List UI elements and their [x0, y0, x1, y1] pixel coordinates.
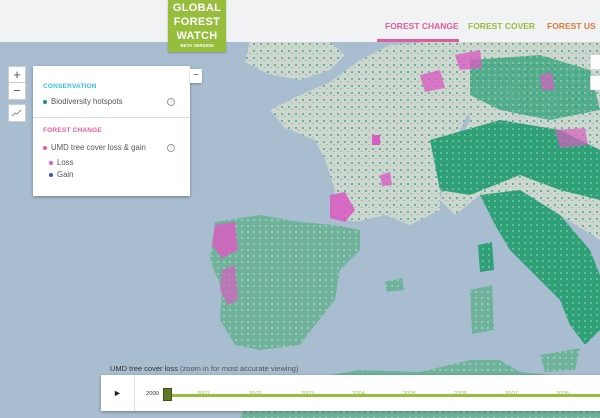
chart-tool-button[interactable]: [8, 104, 26, 122]
layer-dot: [43, 99, 47, 104]
gfw-logo[interactable]: GLOBAL FOREST WATCH BETA VERSION: [168, 0, 226, 52]
timeline-label: UMD tree cover loss (zoom in for most ac…: [110, 364, 298, 373]
info-icon[interactable]: i: [167, 144, 175, 152]
info-icon[interactable]: i: [167, 98, 175, 106]
timeline-bar: ►: [101, 375, 600, 411]
collapse-panel-button[interactable]: −: [190, 69, 202, 83]
loss-small-1: [372, 135, 380, 145]
logo-sub: BETA VERSION: [180, 43, 214, 48]
timeline-track[interactable]: [164, 394, 600, 397]
logo-line3: WATCH: [176, 30, 218, 42]
layer-label: Biodiversity hotspots: [51, 97, 123, 106]
year-label[interactable]: 2004: [352, 391, 365, 397]
year-label[interactable]: 2008: [556, 391, 569, 397]
conservation-title: CONSERVATION: [43, 83, 97, 90]
land-sardinia: [470, 285, 494, 334]
map-canvas[interactable]: [0, 0, 600, 418]
timeline-handle[interactable]: [163, 388, 172, 401]
year-label[interactable]: 2007: [505, 391, 518, 397]
legend-dot-loss: [49, 160, 53, 165]
year-label[interactable]: 2006: [454, 391, 467, 397]
layer-biodiversity-hotspots[interactable]: Biodiversity hotspots: [43, 97, 123, 106]
right-panel-edge[interactable]: [590, 55, 600, 69]
line-chart-icon: [11, 109, 22, 117]
legend-gain: Gain: [49, 170, 73, 179]
nav-active-indicator: [377, 39, 459, 42]
year-label[interactable]: 2003: [301, 391, 314, 397]
play-button[interactable]: ►: [101, 375, 135, 411]
right-panel-edge-2[interactable]: [590, 76, 600, 90]
layer-dot: [43, 145, 47, 150]
timeline-title: UMD tree cover loss: [110, 364, 178, 373]
year-label[interactable]: 2002: [249, 391, 262, 397]
layers-panel: CONSERVATION Biodiversity hotspots i FOR…: [33, 66, 190, 196]
loss-east: [555, 128, 588, 148]
nav-forest-use[interactable]: FOREST US: [547, 21, 596, 31]
legend-label-gain: Gain: [57, 170, 74, 179]
timeline-hint: (zoom in for most accurate viewing): [180, 364, 299, 373]
forest-change-title: FOREST CHANGE: [43, 127, 102, 134]
divider: [33, 117, 190, 118]
year-label[interactable]: 2001: [197, 391, 210, 397]
layer-label: UMD tree cover loss & gain: [51, 143, 146, 152]
year-label: 2000: [146, 391, 159, 397]
nav-forest-cover[interactable]: FOREST COVER: [468, 21, 535, 31]
nav-forest-change[interactable]: FOREST CHANGE: [385, 21, 459, 31]
logo-line1: GLOBAL: [172, 2, 222, 14]
logo-line2: FOREST: [173, 16, 221, 28]
legend-dot-gain: [49, 172, 53, 177]
legend-loss: Loss: [49, 158, 73, 167]
zoom-out-button[interactable]: −: [8, 82, 26, 100]
legend-label-loss: Loss: [57, 158, 74, 167]
year-label[interactable]: 2005: [403, 391, 416, 397]
land-corsica: [478, 242, 494, 272]
layer-umd-tree-cover[interactable]: UMD tree cover loss & gain: [43, 143, 146, 152]
